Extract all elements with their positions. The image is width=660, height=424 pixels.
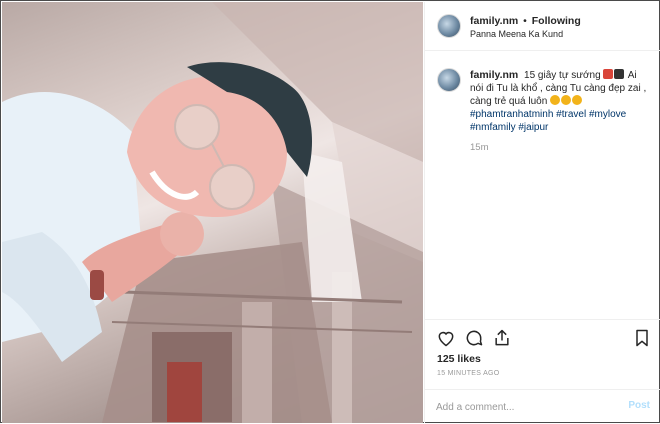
post-photo[interactable] (2, 2, 423, 423)
post-sidebar: family.nm • Following Panna Meena Ka Kun… (424, 2, 660, 423)
location-link[interactable]: Panna Meena Ka Kund (470, 29, 563, 39)
comment-input[interactable] (436, 399, 616, 415)
caption-age: 15m (470, 142, 489, 153)
likes-count[interactable]: 125 likes (437, 353, 481, 365)
avatar[interactable] (437, 14, 461, 38)
camera-emoji-icon (614, 69, 625, 79)
header-username[interactable]: family.nm (470, 15, 518, 27)
fire-emoji-icon (603, 69, 614, 79)
comment-bubble-icon[interactable] (464, 328, 484, 348)
bookmark-icon[interactable] (632, 328, 652, 348)
laugh-emoji-icon (550, 95, 561, 105)
caption-text-part1: 15 giây tự sướng (524, 70, 601, 81)
heart-icon[interactable] (436, 328, 456, 348)
separator-dot: • (523, 15, 527, 27)
hashtag-link[interactable]: #jaipur (518, 122, 548, 133)
hashtag-link[interactable]: #nmfamily (470, 122, 516, 133)
caption-avatar[interactable] (437, 68, 461, 92)
following-button[interactable]: Following (532, 15, 581, 27)
selfie-illustration (2, 2, 423, 423)
post-modal: family.nm • Following Panna Meena Ka Kun… (0, 0, 660, 423)
hashtag-link[interactable]: #travel (556, 109, 586, 120)
header-user-line: family.nm • Following (470, 15, 581, 27)
caption-text: family.nm 15 giây tự sướng Ai nói đi Tu … (470, 69, 651, 134)
action-bar: 125 likes 15 MINUTES AGO Post (425, 319, 660, 423)
laugh-emoji-icon (572, 95, 583, 105)
post-comment-button[interactable]: Post (628, 400, 650, 411)
hashtag-link[interactable]: #phamtranhatminh (470, 109, 553, 120)
share-icon[interactable] (492, 328, 512, 348)
laugh-emoji-icon (561, 95, 572, 105)
hashtag-link[interactable]: #mylove (589, 109, 626, 120)
caption-username[interactable]: family.nm (470, 69, 518, 81)
post-header: family.nm • Following Panna Meena Ka Kun… (425, 2, 660, 51)
comment-box: Post (425, 389, 660, 424)
post-timestamp: 15 MINUTES AGO (437, 370, 500, 377)
